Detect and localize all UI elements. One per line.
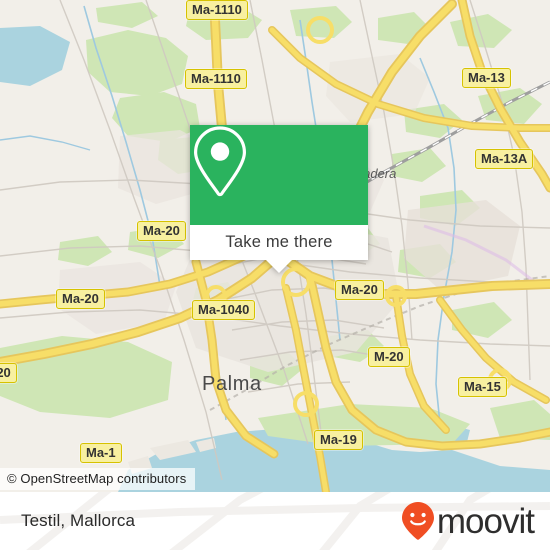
road-shield-label: Ma-1040: [198, 302, 250, 317]
place-title-text: Testil, Mallorca: [21, 511, 136, 530]
popup-tail: [266, 260, 292, 273]
road-shield: Ma-1: [80, 443, 122, 463]
osm-attribution[interactable]: © OpenStreetMap contributors: [0, 468, 196, 490]
footer-bar: Testil, Mallorca moovit: [0, 492, 550, 550]
location-pin-icon: [193, 126, 247, 197]
city-label-text: Palma: [202, 373, 262, 395]
moovit-logo[interactable]: moovit: [401, 501, 535, 541]
road-shield-label: Ma-20: [143, 223, 180, 238]
take-me-there-label: Take me there: [225, 233, 333, 251]
road-shield-label: Ma-1110: [192, 2, 242, 17]
road-shield: Ma-20: [56, 289, 105, 309]
road-shield-label: Ma-1: [86, 445, 116, 460]
road-shield: M-20: [368, 347, 410, 367]
road-shield-label: Ma-13A: [481, 151, 528, 166]
place-title: Testil, Mallorca: [21, 511, 135, 531]
road-shield: -20: [0, 363, 17, 383]
road-shield-label: -20: [0, 365, 11, 380]
road-shield-label: M-20: [374, 349, 404, 364]
osm-attribution-text: © OpenStreetMap contributors: [7, 471, 187, 486]
road-shield-label: Ma-1110: [191, 71, 241, 86]
road-shield: Ma-1110: [185, 69, 247, 89]
map-canvas[interactable]: Ma-1110 Ma-1110 Ma-13 Ma-13A Ma-20 Ma-20…: [0, 0, 550, 492]
road-shield: Ma-13: [462, 68, 511, 88]
road-shield: Ma-1110: [186, 0, 248, 20]
screenshot-root: Ma-1110 Ma-1110 Ma-13 Ma-13A Ma-20 Ma-20…: [0, 0, 550, 550]
road-shield: Ma-15: [458, 377, 507, 397]
moovit-wordmark: moovit: [436, 501, 535, 541]
road-shield: Ma-19: [314, 430, 363, 450]
moovit-pin-icon: [401, 502, 434, 540]
road-shield-label: Ma-13: [468, 70, 505, 85]
road-shield: Ma-13A: [475, 149, 534, 169]
road-shield-label: Ma-19: [320, 432, 357, 447]
road-shield: Ma-20: [137, 221, 186, 241]
road-shield: Ma-1040: [192, 300, 256, 320]
take-me-there-button[interactable]: Take me there: [190, 225, 368, 260]
location-popup[interactable]: Take me there: [190, 125, 368, 273]
road-shield: Ma-20: [335, 280, 384, 300]
road-shield-label: Ma-15: [464, 379, 501, 394]
road-shield-label: Ma-20: [62, 291, 99, 306]
popup-image-area: [190, 125, 368, 225]
road-shield-label: Ma-20: [341, 282, 378, 297]
city-label-palma: Palma: [202, 373, 262, 396]
